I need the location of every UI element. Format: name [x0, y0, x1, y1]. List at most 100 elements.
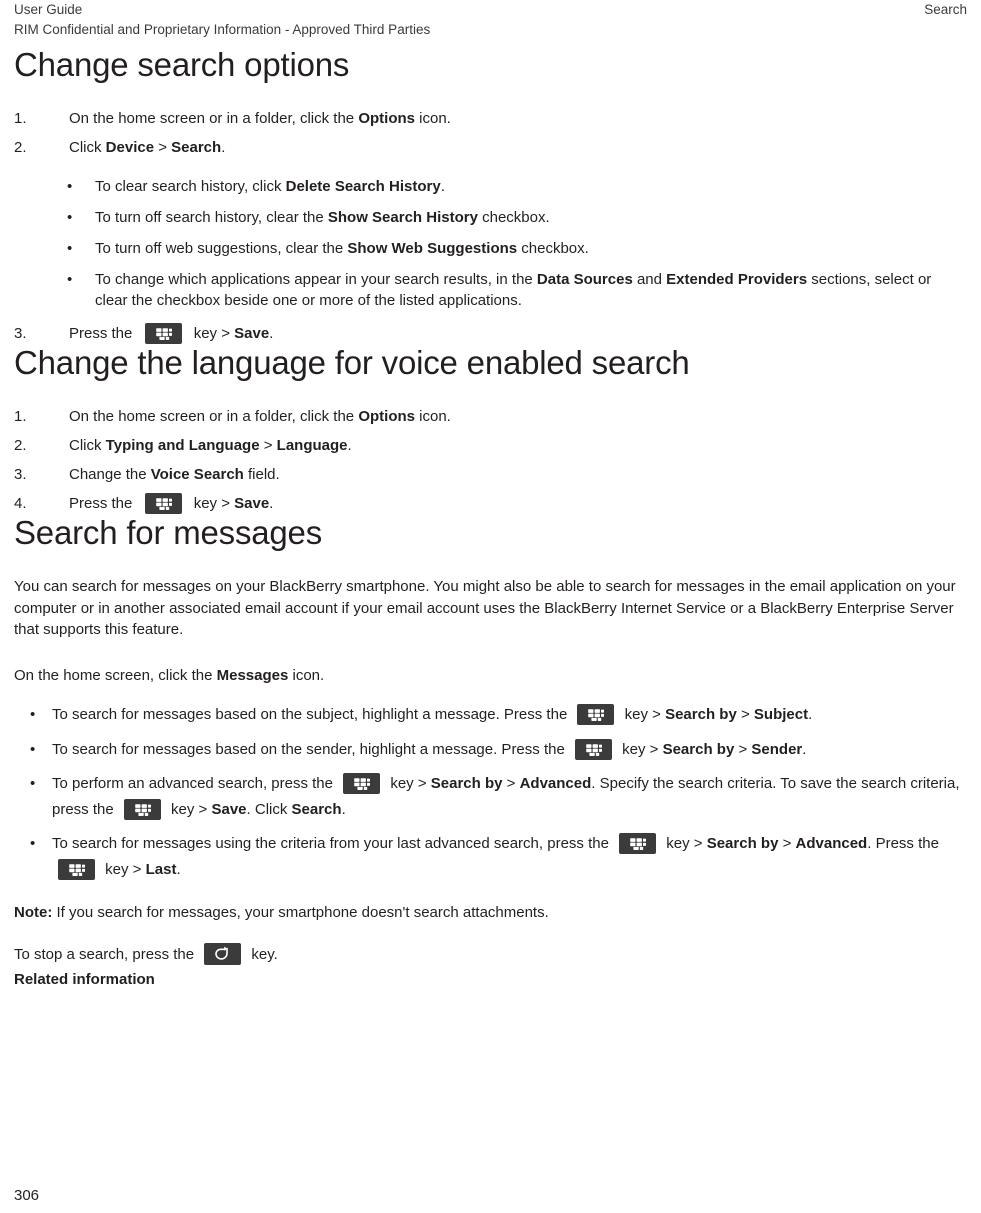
step-text-post: field.: [243, 466, 280, 483]
blackberry-menu-key-icon: [574, 738, 612, 760]
step-text-pre: Click: [69, 139, 106, 156]
sub-bullet-list-search-options: • To clear search history, click Delete S…: [14, 176, 967, 311]
steps-list-change-search-options: 1. On the home screen or in a folder, cli…: [14, 108, 967, 158]
bullet-text-mid: and: [632, 271, 667, 288]
running-header-section: Search: [924, 2, 967, 17]
step-text-mid: >: [154, 139, 172, 156]
step-text-pre: Change the: [69, 466, 151, 483]
lead-text-pre: On the home screen, click the: [14, 666, 217, 684]
step-text-bold2: Language: [276, 437, 348, 454]
step-text-bold2: Search: [171, 139, 222, 156]
bullet-dot-icon: •: [67, 271, 73, 288]
list-item: • To search for messages based on the sub…: [14, 702, 967, 728]
step-number: 2.: [14, 437, 27, 454]
guide-title: User Guide: [14, 2, 83, 17]
bullet-dot-icon: •: [30, 740, 36, 758]
bullet-text-b2: Advanced: [519, 775, 592, 792]
note-label: Note:: [14, 904, 53, 921]
running-header: User Guide RIM Confidential and Propriet…: [14, 0, 967, 46]
bullet-text-pre: To change which applications appear in y…: [95, 271, 537, 288]
step-text-pre: Press the: [69, 325, 137, 342]
stop-search-text-post: key.: [247, 945, 278, 963]
section-title-search-for-messages: Search for messages: [14, 514, 323, 551]
step-item: 1. On the home screen or in a folder, cli…: [14, 406, 967, 427]
blackberry-menu-key-icon: [577, 704, 615, 725]
bullet-text-b1: Search by: [430, 775, 503, 792]
bullet-dot-icon: •: [30, 706, 36, 723]
bullet-text-p1: To search for messages based on the subj…: [52, 706, 572, 723]
bullet-text-post: .: [440, 178, 445, 195]
bullet-text-p3: >: [502, 775, 520, 792]
bullet-text-p1: To search for messages based on the send…: [52, 740, 569, 758]
bullet-dot-icon: •: [67, 178, 73, 195]
bullet-text-bold: Show Search History: [327, 209, 478, 226]
blackberry-menu-key-icon: [343, 773, 381, 794]
related-information-heading: Related information: [14, 969, 967, 991]
bullet-text-p3: >: [778, 835, 796, 852]
step-number: 3.: [14, 466, 27, 483]
bullet-text-b1: Search by: [706, 835, 779, 852]
bullet-text-p2: key >: [662, 835, 707, 852]
step-text-post: .: [347, 437, 352, 454]
step-number: 1.: [14, 408, 27, 425]
bullet-text-p3: >: [736, 706, 754, 723]
step-text-post: .: [269, 325, 274, 342]
bullet-text-pre: To turn off web suggestions, clear the: [95, 240, 348, 257]
bullet-text-bold: Show Web Suggestions: [347, 240, 518, 257]
step-text-pre: On the home screen or in a folder, click…: [69, 408, 359, 425]
steps-list-change-search-options-final: 3. Press the key > Save.: [14, 323, 967, 344]
stop-search-paragraph: To stop a search, press the key.: [14, 942, 967, 966]
note-paragraph: Note: If you search for messages, your s…: [14, 902, 967, 924]
bullet-text-post: checkbox.: [477, 209, 550, 226]
step-text-bold: Typing and Language: [105, 437, 260, 454]
section-title-change-language-voice-search: Change the language for voice enabled se…: [14, 344, 690, 381]
escape-key-icon: [204, 942, 242, 965]
bullet-text-p7: .: [341, 800, 346, 818]
intro-paragraph: You can search for messages on your Blac…: [14, 578, 956, 638]
step-text-mid: key >: [189, 325, 235, 342]
bullet-text-p2: key >: [386, 775, 431, 792]
bullet-text-p4: . Press the: [867, 835, 939, 852]
bullet-text-b2: Subject: [753, 706, 809, 723]
bullet-text-p6: . Click: [246, 800, 292, 818]
bullet-text-b1: Search by: [662, 740, 735, 758]
related-information-label: Related information: [14, 971, 155, 988]
step-number: 3.: [14, 325, 27, 342]
blackberry-menu-key-icon: [58, 858, 95, 880]
bullet-text-post: checkbox.: [517, 240, 589, 257]
step-text-post: .: [269, 495, 274, 512]
bullet-text-p1: To search for messages using the criteri…: [52, 835, 614, 852]
step-text-mid: key >: [189, 495, 235, 512]
bullet-text-b1: Search by: [665, 706, 737, 723]
bullet-text-p4: .: [808, 706, 813, 723]
step-text-bold: Device: [105, 139, 155, 156]
step-text-pre: Click: [69, 437, 106, 454]
bullet-text-pre: To turn off search history, clear the: [95, 209, 328, 226]
step-text-bold: Save: [234, 495, 270, 512]
document-page: User Guide RIM Confidential and Propriet…: [0, 0, 981, 1213]
bullet-text-p3: >: [734, 740, 752, 758]
bullet-text-bold: Data Sources: [536, 271, 633, 288]
bullet-dot-icon: •: [67, 209, 73, 226]
bullet-text-p1: To perform an advanced search, press the: [52, 775, 338, 792]
confidentiality-notice: RIM Confidential and Proprietary Informa…: [14, 22, 431, 37]
bullet-text-pre: To clear search history, click: [95, 178, 286, 195]
bullet-text-p2: key >: [620, 706, 666, 723]
bullet-text-b2: Advanced: [795, 835, 868, 852]
step-text-post: icon.: [415, 408, 451, 425]
step-text-bold: Options: [358, 110, 415, 127]
stop-search-text-pre: To stop a search, press the: [14, 945, 199, 963]
list-item: • To search for messages using the criter…: [14, 831, 967, 882]
page-number: 306: [14, 1187, 40, 1204]
step-item: 1. On the home screen or in a folder, cli…: [14, 108, 967, 129]
bullet-text-b4: Search: [291, 800, 342, 818]
step-text-bold: Voice Search: [150, 466, 244, 483]
list-item: • To turn off search history, clear the S…: [14, 207, 967, 228]
step-number: 1.: [14, 110, 27, 127]
step-text-pre: Press the: [69, 495, 137, 512]
blackberry-menu-key-icon: [144, 493, 182, 514]
note-text: If you search for messages, your smartph…: [52, 904, 549, 921]
step-text-mid: >: [259, 437, 277, 454]
lead-text-bold: Messages: [216, 666, 289, 684]
section-title-change-search-options: Change search options: [14, 46, 350, 83]
